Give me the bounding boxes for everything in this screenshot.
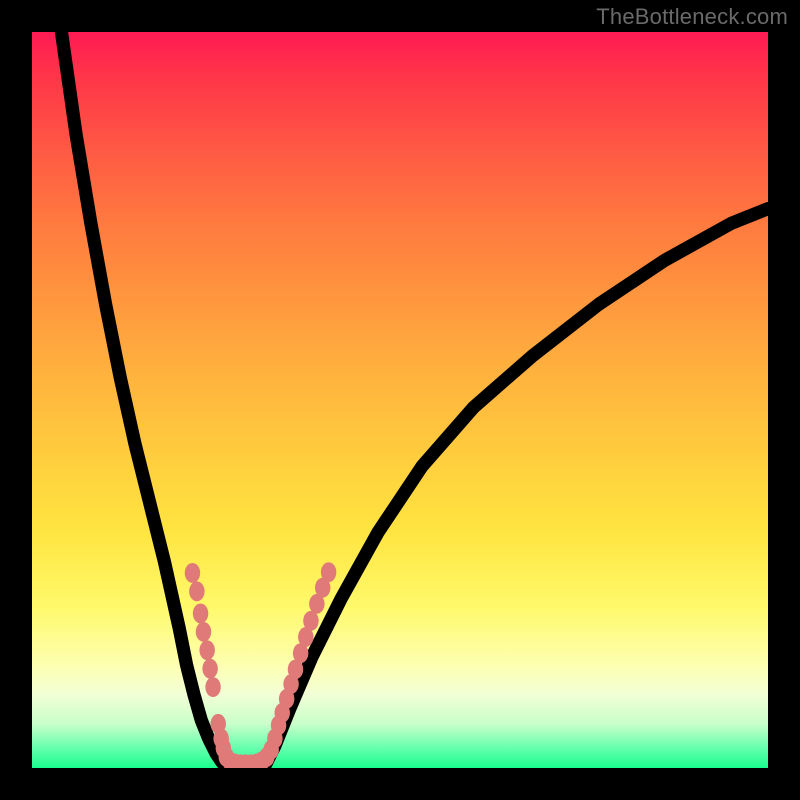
- curve-layer: [32, 32, 768, 768]
- bead-marker: [202, 659, 217, 679]
- bead-marker: [196, 622, 211, 642]
- bead-marker: [303, 611, 318, 631]
- bead-marker: [205, 677, 220, 697]
- bead-marker: [189, 581, 204, 601]
- bead-marker: [321, 562, 336, 582]
- chart-frame: TheBottleneck.com: [0, 0, 800, 800]
- watermark-text: TheBottleneck.com: [596, 4, 788, 30]
- bead-marker: [185, 563, 200, 583]
- bead-marker: [193, 604, 208, 624]
- bead-marker: [199, 640, 214, 660]
- right-branch-path: [264, 209, 768, 768]
